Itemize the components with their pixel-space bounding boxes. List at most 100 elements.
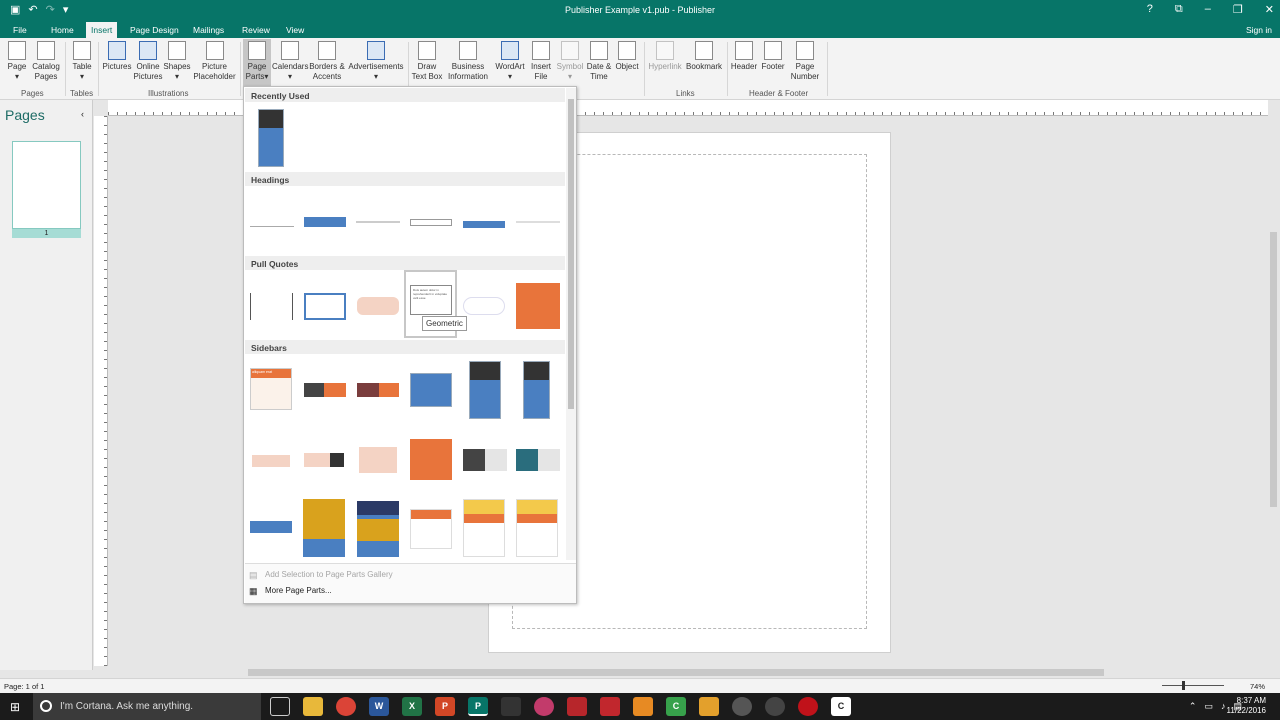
app-icon[interactable] — [732, 697, 752, 716]
picture-placeholder-button[interactable]: Picture Placeholder — [192, 41, 237, 82]
pull-quote-thumb[interactable] — [357, 297, 399, 315]
tab-home[interactable]: Home — [46, 24, 79, 36]
insert-file-button[interactable]: Insert File — [527, 41, 555, 82]
heading-thumb[interactable] — [516, 221, 560, 223]
add-selection-to-gallery-item[interactable]: Add Selection to Page Parts Gallery — [265, 570, 393, 579]
collapse-panel-icon[interactable]: ‹ — [81, 109, 84, 119]
acrobat-icon[interactable] — [600, 697, 620, 716]
app-icon[interactable]: C — [831, 697, 851, 716]
gallery-scroll-thumb[interactable] — [568, 99, 574, 409]
word-icon[interactable]: W — [369, 697, 389, 716]
zoom-level[interactable]: 74% — [1250, 682, 1265, 691]
heading-thumb[interactable] — [463, 221, 505, 228]
page-number-button[interactable]: Page Number — [787, 41, 823, 82]
pull-quote-thumb[interactable] — [250, 293, 293, 320]
zoom-slider[interactable] — [1162, 681, 1224, 690]
calendars-button[interactable]: Calendars ▾ — [272, 41, 308, 82]
object-button[interactable]: Object — [613, 41, 641, 72]
chrome-icon[interactable] — [336, 697, 356, 716]
app-icon[interactable] — [699, 697, 719, 716]
sidebar-thumb[interactable] — [359, 447, 397, 473]
sign-in-link[interactable]: Sign in — [1246, 25, 1272, 35]
chevron-up-icon[interactable]: ⌃ — [1189, 701, 1197, 712]
pull-quote-thumb[interactable] — [463, 297, 505, 315]
page-parts-button[interactable]: Page Parts▾ — [243, 39, 271, 89]
draw-text-box-button[interactable]: Draw Text Box — [411, 41, 443, 82]
tab-file[interactable]: File — [8, 24, 32, 36]
symbol-button[interactable]: Symbol ▾ — [555, 41, 585, 82]
sidebar-thumb[interactable] — [410, 373, 452, 407]
vertical-scroll-thumb[interactable] — [1270, 232, 1277, 507]
shapes-button[interactable]: Shapes ▾ — [163, 41, 191, 82]
windows-start-icon[interactable]: ⊞ — [10, 700, 20, 714]
page-info[interactable]: Page: 1 of 1 — [4, 682, 44, 691]
clock[interactable]: 8:37 AM 11/22/2016 — [1227, 696, 1266, 716]
sidebar-thumb[interactable] — [250, 521, 292, 533]
sidebar-thumb[interactable] — [410, 509, 452, 549]
tab-insert[interactable]: Insert — [86, 22, 118, 38]
footer-button[interactable]: Footer — [759, 41, 787, 72]
sidebar-thumb[interactable] — [463, 449, 507, 471]
more-page-parts-item[interactable]: More Page Parts... — [265, 586, 332, 595]
page-thumbnail[interactable] — [12, 141, 81, 229]
sidebar-thumb[interactable] — [523, 361, 550, 419]
heading-thumb[interactable] — [250, 219, 294, 227]
sidebar-thumb[interactable] — [357, 383, 399, 397]
date-time-button[interactable]: Date & Time — [585, 41, 613, 82]
task-view-icon[interactable] — [270, 697, 290, 716]
page-button[interactable]: Page ▾ — [4, 41, 30, 82]
sidebar-thumb[interactable]: alliquam erat — [250, 368, 292, 410]
catalog-pages-button[interactable]: Catalog Pages — [30, 41, 62, 82]
tab-view[interactable]: View — [281, 24, 309, 36]
pictures-button[interactable]: Pictures — [101, 41, 133, 72]
vlc-icon[interactable] — [633, 697, 653, 716]
help-icon[interactable]: ? — [1147, 3, 1153, 16]
heading-thumb[interactable] — [304, 217, 346, 227]
online-pictures-button[interactable]: Online Pictures — [133, 41, 163, 82]
minimize-icon[interactable]: – — [1205, 3, 1211, 16]
app-icon[interactable] — [765, 697, 785, 716]
sidebar-thumb[interactable] — [410, 439, 452, 480]
heading-thumb[interactable] — [410, 219, 452, 226]
sidebar-thumb[interactable] — [516, 499, 558, 557]
sidebar-thumb[interactable] — [516, 449, 560, 471]
hyperlink-button[interactable]: Hyperlink — [647, 41, 683, 72]
wordart-button[interactable]: WordArt ▾ — [494, 41, 526, 82]
advertisements-button[interactable]: Advertisements ▾ — [347, 41, 405, 82]
pull-quote-thumb[interactable] — [304, 293, 346, 320]
restore-icon[interactable]: ❐ — [1233, 3, 1243, 16]
sidebar-thumb[interactable] — [469, 361, 501, 419]
borders-accents-button[interactable]: Borders & Accents — [308, 41, 346, 82]
cortana-search-box[interactable]: I'm Cortana. Ask me anything. — [33, 693, 261, 720]
app-icon[interactable] — [798, 697, 818, 716]
powerpoint-icon[interactable]: P — [435, 697, 455, 716]
app-icon[interactable] — [534, 697, 554, 716]
file-explorer-icon[interactable] — [303, 697, 323, 716]
table-button[interactable]: Table ▾ — [68, 41, 96, 82]
app-icon[interactable] — [501, 697, 521, 716]
header-button[interactable]: Header — [729, 41, 759, 72]
heading-thumb[interactable] — [356, 221, 400, 223]
tab-mailings[interactable]: Mailings — [188, 24, 229, 36]
excel-icon[interactable]: X — [402, 697, 422, 716]
bookmark-button[interactable]: Bookmark — [684, 41, 724, 72]
sidebar-thumb[interactable] — [252, 455, 290, 467]
horizontal-scroll-thumb[interactable] — [248, 669, 1104, 676]
app-icon[interactable] — [567, 697, 587, 716]
sidebar-thumb[interactable] — [463, 499, 505, 557]
close-icon[interactable]: ✕ — [1265, 3, 1274, 16]
camtasia-icon[interactable]: C — [666, 697, 686, 716]
sidebar-thumb[interactable] — [304, 453, 344, 467]
sidebar-thumb[interactable] — [303, 499, 345, 557]
network-icon[interactable]: ▭ — [1204, 701, 1213, 712]
sidebar-thumb[interactable] — [304, 383, 346, 397]
sidebar-thumb[interactable] — [357, 501, 399, 557]
business-information-button[interactable]: Business Information — [444, 41, 492, 82]
publisher-icon[interactable]: P — [468, 697, 488, 716]
tab-review[interactable]: Review — [237, 24, 275, 36]
ribbon-display-icon[interactable]: ⧉ — [1175, 3, 1183, 16]
tab-page-design[interactable]: Page Design — [125, 24, 184, 36]
volume-icon[interactable]: ♪ — [1221, 701, 1226, 712]
pull-quote-thumb[interactable] — [516, 283, 560, 329]
recent-part-thumb[interactable] — [258, 109, 284, 167]
